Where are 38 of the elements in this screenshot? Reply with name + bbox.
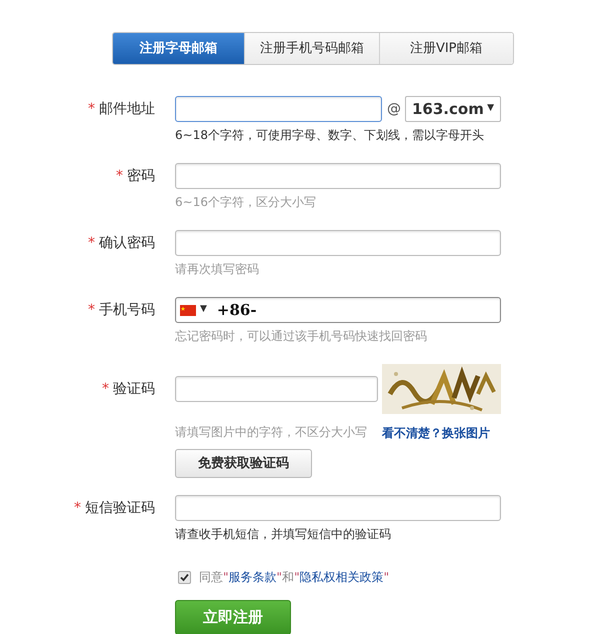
hint-text: 请再次填写密码 [175, 261, 260, 277]
text-field[interactable] [175, 163, 501, 189]
tab[interactable]: 注册手机号码邮箱 [245, 33, 380, 64]
required-mark: * [88, 302, 95, 318]
text-field[interactable] [175, 495, 501, 521]
field-label: 验证码 [113, 381, 155, 397]
checkbox[interactable] [178, 570, 191, 584]
field-label: 确认密码 [99, 235, 155, 251]
required-mark: * [88, 235, 95, 251]
hint-text: 6~16个字符，区分大小写 [175, 194, 317, 210]
field-label: 邮件地址 [99, 101, 155, 117]
required-mark: * [116, 168, 123, 184]
sms-code-button[interactable]: 免费获取验证码 [175, 449, 312, 478]
tab[interactable]: 注册字母邮箱 [113, 33, 245, 64]
required-mark: * [102, 381, 109, 397]
captcha-field[interactable] [175, 376, 378, 402]
hint-text: 请查收手机短信，并填写短信中的验证码 [175, 526, 392, 542]
field-label: 手机号码 [99, 302, 155, 318]
policy-link[interactable]: 服务条款 [228, 570, 277, 584]
caret-icon: ▼ [487, 102, 494, 116]
flag-icon[interactable] [180, 304, 196, 316]
field-label: 短信验证码 [85, 500, 155, 516]
policy-link[interactable]: 隐私权相关政策 [300, 570, 384, 584]
email-field[interactable] [175, 96, 382, 122]
hint-text: 6~18个字符，可使用字母、数字、下划线，需以字母开头 [175, 127, 485, 143]
domain-select[interactable]: 163.com ▼ [405, 96, 501, 122]
hint-text: 请填写图片中的字符，不区分大小写 [175, 424, 368, 441]
phone-field[interactable]: ▼ +86- [175, 297, 501, 323]
hint-text: 忘记密码时，可以通过该手机号码快速找回密码 [175, 328, 428, 344]
required-mark: * [88, 101, 95, 117]
at-sign: @ [387, 100, 401, 118]
refresh-link[interactable]: 看不清楚？换张图片 [382, 424, 600, 442]
required-mark: * [74, 500, 81, 516]
agreement-text: 同意"服务条款"和"隐私权相关政策" [199, 569, 390, 586]
field-label: 密码 [127, 168, 155, 184]
caret-icon[interactable]: ▼ [200, 303, 207, 317]
tab[interactable]: 注册VIP邮箱 [380, 33, 513, 64]
text-field[interactable] [175, 230, 501, 256]
